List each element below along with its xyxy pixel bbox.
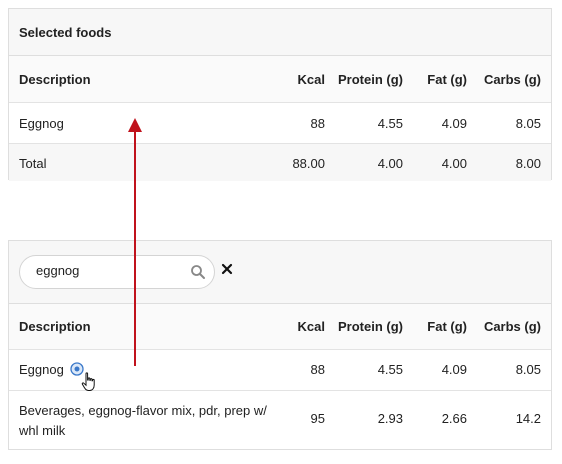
search-result-description-line: whl milk <box>19 423 66 438</box>
selected-food-kcal: 88 <box>310 116 325 131</box>
selected-food-row[interactable]: Eggnog 88 4.55 4.09 8.05 <box>9 103 551 144</box>
column-header-kcal: Kcal <box>297 319 325 334</box>
column-header-fat: Fat (g) <box>427 72 467 87</box>
hand-cursor-icon <box>81 372 95 391</box>
column-header-carbs: Carbs (g) <box>483 319 541 334</box>
selected-food-carbs: 8.05 <box>515 116 541 131</box>
close-x-icon[interactable] <box>221 263 233 275</box>
selected-food-protein: 4.55 <box>377 116 403 131</box>
search-result-description: Beverages, eggnog-flavor mix, pdr, prep … <box>19 401 267 441</box>
food-search-panel: Description Kcal Protein (g) Fat (g) Car… <box>8 240 552 450</box>
search-result-protein: 4.55 <box>377 362 403 377</box>
column-header-description: Description <box>19 319 91 334</box>
selected-food-description: Eggnog <box>19 116 64 131</box>
column-header-carbs: Carbs (g) <box>483 72 541 87</box>
total-carbs: 8.00 <box>515 156 541 171</box>
magnifier-icon[interactable] <box>190 264 206 280</box>
search-result-description-text: Eggnog <box>19 362 64 377</box>
selected-foods-header: Selected foods <box>9 9 551 56</box>
selected-food-fat: 4.09 <box>441 116 467 131</box>
selected-table-header-row: Description Kcal Protein (g) Fat (g) Car… <box>9 56 551 103</box>
search-result-row[interactable]: Beverages, eggnog-flavor mix, pdr, prep … <box>9 391 551 449</box>
search-result-kcal: 88 <box>310 362 325 377</box>
column-header-protein: Protein (g) <box>338 319 403 334</box>
search-result-fat: 2.66 <box>441 411 467 426</box>
search-box[interactable] <box>19 255 215 289</box>
search-result-row[interactable]: Eggnog 88 4.55 4.09 8.05 <box>9 350 551 391</box>
total-label: Total <box>19 156 47 171</box>
search-result-carbs: 14.2 <box>515 411 541 426</box>
selected-foods-panel: Selected foods Description Kcal Protein … <box>8 8 552 181</box>
column-header-description: Description <box>19 72 91 87</box>
column-header-fat: Fat (g) <box>427 319 467 334</box>
selected-foods-title: Selected foods <box>19 25 112 40</box>
search-header <box>9 241 551 304</box>
search-input[interactable] <box>36 263 186 278</box>
total-fat: 4.00 <box>441 156 467 171</box>
search-result-carbs: 8.05 <box>515 362 541 377</box>
search-result-fat: 4.09 <box>441 362 467 377</box>
search-result-description-line: Beverages, eggnog-flavor mix, pdr, prep … <box>19 403 267 418</box>
total-kcal: 88.00 <box>292 156 325 171</box>
total-row: Total 88.00 4.00 4.00 8.00 <box>9 144 551 181</box>
column-header-kcal: Kcal <box>297 72 325 87</box>
total-protein: 4.00 <box>377 156 403 171</box>
search-result-protein: 2.93 <box>377 411 403 426</box>
search-table-header-row: Description Kcal Protein (g) Fat (g) Car… <box>9 304 551 350</box>
column-header-protein: Protein (g) <box>338 72 403 87</box>
search-result-kcal: 95 <box>310 411 325 426</box>
search-result-description: Eggnog <box>19 362 84 377</box>
